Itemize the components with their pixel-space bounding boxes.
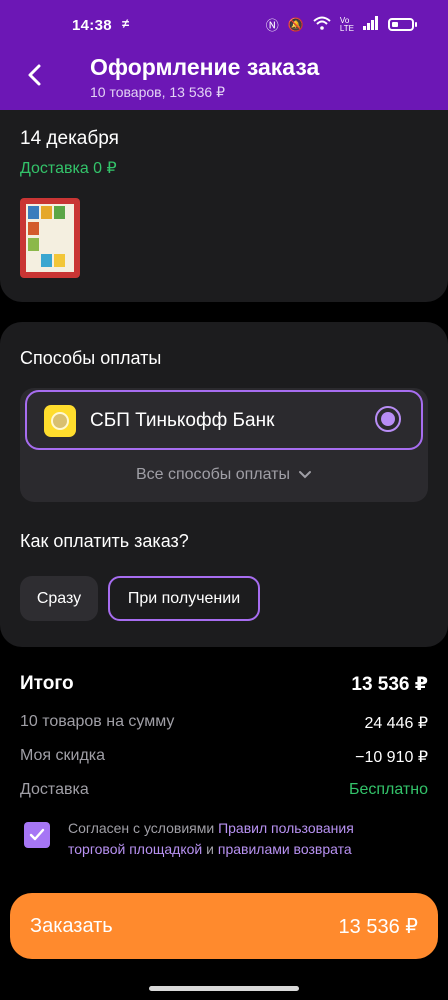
delivery-summary-label: Доставка <box>20 781 89 798</box>
wifi-icon <box>313 16 331 33</box>
payment-method-label: СБП Тинькофф Банк <box>90 410 275 431</box>
checkmark-icon <box>29 828 45 841</box>
items-sum-label: 10 товаров на сумму <box>20 713 175 730</box>
status-icons: Ⓝ 🔕 Vo LTE <box>265 15 417 34</box>
pay-on-delivery-chip[interactable]: При получении <box>108 576 260 621</box>
discount-value: −10 910 ₽ <box>355 749 428 766</box>
battery-icon <box>388 18 417 31</box>
volte-icon: Vo LTE <box>339 15 354 33</box>
page-subtitle: 10 товаров, 13 536 ₽ <box>90 84 225 100</box>
all-payment-methods-link[interactable]: Все способы оплаты <box>20 466 428 484</box>
tinkoff-logo-icon <box>44 405 76 437</box>
signal-icon <box>363 16 379 33</box>
items-sum-value: 24 446 ₽ <box>364 715 428 732</box>
app-header: 14:38 ≠ Ⓝ 🔕 Vo LTE Оформление заказа 10 т… <box>0 0 448 110</box>
pay-when-heading: Как оплатить заказ? <box>20 531 189 551</box>
total-label: Итого <box>20 673 74 694</box>
agree-checkbox[interactable] <box>24 822 50 848</box>
back-button[interactable] <box>18 58 52 92</box>
chevron-left-icon <box>28 64 41 86</box>
product-thumbnail[interactable] <box>20 198 80 278</box>
mute-icon: 🔕 <box>287 16 304 32</box>
delivery-cost: Доставка 0 ₽ <box>20 160 117 177</box>
nfc-icon: Ⓝ <box>265 18 279 33</box>
order-button-label: Заказать <box>30 914 113 937</box>
payment-method-radio[interactable] <box>375 406 401 432</box>
delivery-summary-value: Бесплатно <box>348 781 428 798</box>
home-indicator[interactable] <box>149 986 299 991</box>
flash-icon: ≠ <box>122 16 130 31</box>
discount-label: Моя скидка <box>20 747 106 764</box>
delivery-date: 14 декабря <box>20 128 119 149</box>
order-button-amount: 13 536 ₽ <box>338 915 418 938</box>
agreement-text: Согласен с условиями Правил пользования … <box>68 820 354 857</box>
status-time: 14:38 <box>72 17 112 34</box>
order-button[interactable]: Заказать 13 536 ₽ <box>10 893 438 959</box>
total-value: 13 536 ₽ <box>351 674 428 695</box>
chevron-down-icon <box>299 470 312 479</box>
return-policy-link[interactable]: правилами возврата <box>218 841 352 857</box>
status-bar: 14:38 ≠ Ⓝ 🔕 Vo LTE <box>0 0 448 50</box>
payment-heading: Способы оплаты <box>20 348 162 368</box>
pay-now-chip[interactable]: Сразу <box>20 576 98 621</box>
page-title: Оформление заказа <box>90 54 320 80</box>
